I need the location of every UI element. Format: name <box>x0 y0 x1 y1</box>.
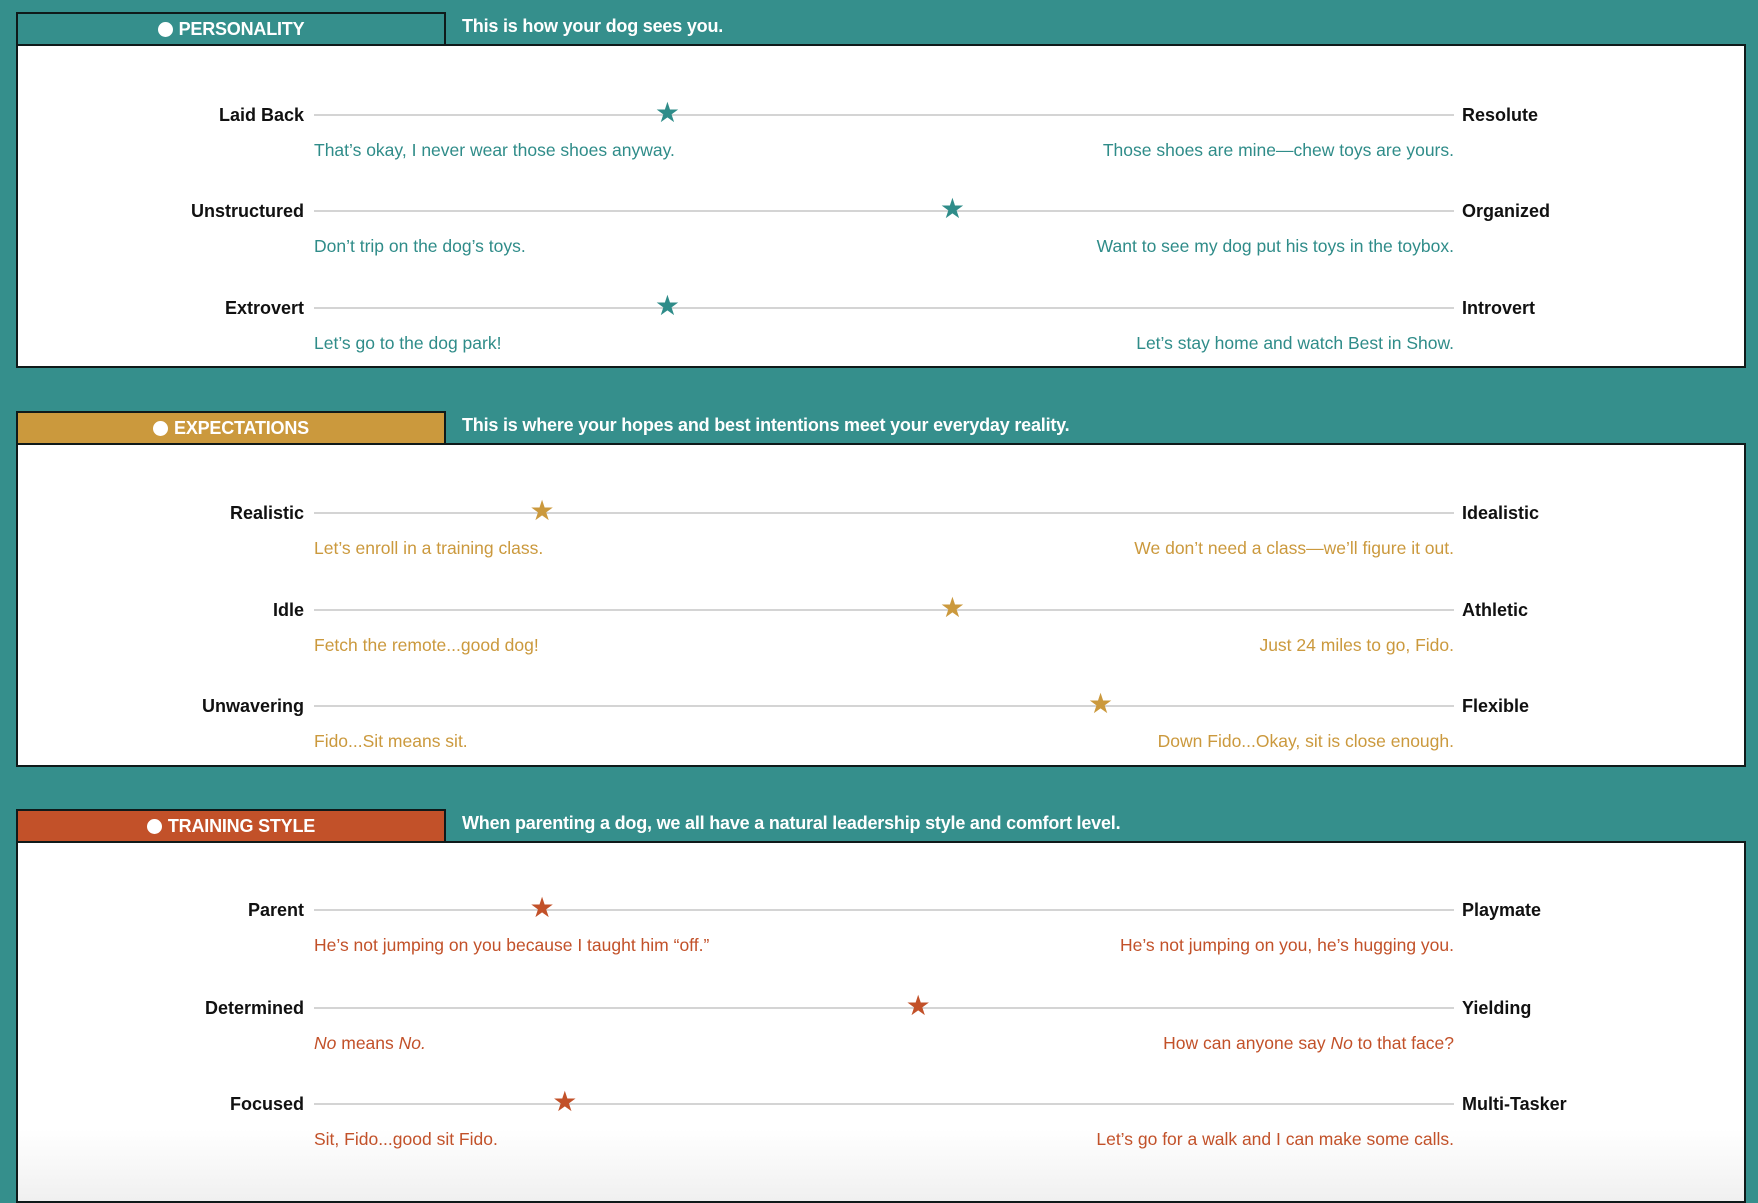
trait-row: Unwavering ★ Flexible Fido...Sit means s… <box>18 681 1744 771</box>
info-icon[interactable]: i <box>157 21 173 37</box>
desc-text: How can anyone say <box>1163 1033 1331 1053</box>
left-trait-label: Unstructured <box>190 201 304 221</box>
trait-slider-track: ★ <box>314 690 1454 718</box>
left-trait-description: Let’s go to the dog park! <box>314 333 502 353</box>
right-trait-description: Those shoes are mine—chew toys are yours… <box>1102 140 1454 160</box>
left-trait-label: Focused <box>229 1094 304 1114</box>
left-trait-description: Fido...Sit means sit. <box>314 731 468 751</box>
right-trait-description: Let’s go for a walk and I can make some … <box>1096 1129 1454 1149</box>
right-trait-label: Athletic <box>1462 600 1529 620</box>
trait-row: Focused ★ Multi-Tasker Sit, Fido...good … <box>18 1079 1744 1169</box>
star-marker-icon: ★ <box>529 495 555 526</box>
left-trait-label: Unwavering <box>201 696 304 716</box>
right-trait-description: Down Fido...Okay, sit is close enough. <box>1157 731 1454 751</box>
trait-slider-track: ★ <box>314 497 1454 525</box>
trait-slider-track: ★ <box>314 99 1454 127</box>
left-trait-description: That’s okay, I never wear those shoes an… <box>314 140 675 160</box>
training-style-subtitle: When parenting a dog, we all have a natu… <box>462 813 1121 833</box>
right-trait-description: He’s not jumping on you, he’s hugging yo… <box>1119 935 1454 955</box>
star-marker-icon: ★ <box>654 97 680 128</box>
right-trait-label: Resolute <box>1462 105 1539 125</box>
personality-panel: Laid Back ★ Resolute That’s okay, I neve… <box>16 44 1746 368</box>
desc-text: means <box>336 1033 399 1053</box>
left-trait-label: Realistic <box>229 503 304 523</box>
left-trait-description: Fetch the remote...good dog! <box>314 635 539 655</box>
star-marker-icon: ★ <box>529 892 555 923</box>
training-style-tab[interactable]: i TRAINING STYLE <box>16 809 446 841</box>
left-trait-label: Laid Back <box>218 105 304 125</box>
right-trait-description: Just 24 miles to go, Fido. <box>1259 635 1454 655</box>
training-style-title: TRAINING STYLE <box>167 815 316 836</box>
trait-row: Determined ★ Yielding No means No. How c… <box>18 983 1744 1073</box>
left-trait-label: Determined <box>204 998 304 1018</box>
right-trait-description: Let’s stay home and watch Best in Show. <box>1136 333 1454 353</box>
expectations-panel: Realistic ★ Idealistic Let’s enroll in a… <box>16 443 1746 767</box>
trait-slider-track: ★ <box>314 992 1454 1020</box>
trait-slider-track: ★ <box>314 894 1454 922</box>
trait-slider-track: ★ <box>314 594 1454 622</box>
emphasis-no: No. <box>398 1033 426 1053</box>
left-trait-label: Parent <box>247 900 304 920</box>
trait-slider-track: ★ <box>314 195 1454 223</box>
trait-row: Parent ★ Playmate He’s not jumping on yo… <box>18 885 1744 975</box>
trait-slider-track: ★ <box>314 292 1454 320</box>
right-trait-description: Want to see my dog put his toys in the t… <box>1096 236 1454 256</box>
left-trait-label: Extrovert <box>224 298 304 318</box>
personality-title: PERSONALITY <box>178 18 305 39</box>
desc-text: to that face? <box>1352 1033 1454 1053</box>
right-trait-label: Organized <box>1462 201 1551 221</box>
trait-row: Realistic ★ Idealistic Let’s enroll in a… <box>18 488 1744 578</box>
trait-row: Extrovert ★ Introvert Let’s go to the do… <box>18 283 1744 373</box>
personality-tab[interactable]: i PERSONALITY <box>16 12 446 44</box>
left-trait-description: He’s not jumping on you because I taught… <box>314 935 710 955</box>
emphasis-no: No <box>1330 1033 1353 1053</box>
left-trait-description: Let’s enroll in a training class. <box>314 538 544 558</box>
right-trait-label: Flexible <box>1462 696 1530 716</box>
left-trait-description: Don’t trip on the dog’s toys. <box>314 236 526 256</box>
star-marker-icon: ★ <box>552 1086 578 1117</box>
trait-row: Unstructured ★ Organized Don’t trip on t… <box>18 186 1744 276</box>
star-marker-icon: ★ <box>1088 688 1114 719</box>
training-style-panel: Parent ★ Playmate He’s not jumping on yo… <box>16 841 1746 1203</box>
star-marker-icon: ★ <box>905 990 931 1021</box>
right-trait-label: Yielding <box>1462 998 1532 1018</box>
trait-slider-track: ★ <box>314 1088 1454 1116</box>
right-trait-description: How can anyone say No to that face? <box>1163 1033 1454 1054</box>
left-trait-description: Sit, Fido...good sit Fido. <box>314 1129 498 1149</box>
trait-row: Laid Back ★ Resolute That’s okay, I neve… <box>18 90 1744 180</box>
trait-row: Idle ★ Athletic Fetch the remote...good … <box>18 585 1744 675</box>
info-icon[interactable]: i <box>146 818 162 834</box>
personality-subtitle: This is how your dog sees you. <box>462 16 724 36</box>
left-trait-description: No means No. <box>314 1033 426 1054</box>
info-icon[interactable]: i <box>153 420 169 436</box>
right-trait-label: Playmate <box>1462 900 1542 920</box>
expectations-subtitle: This is where your hopes and best intent… <box>462 415 1070 435</box>
emphasis-no: No <box>314 1033 337 1053</box>
left-trait-label: Idle <box>272 600 304 620</box>
star-marker-icon: ★ <box>939 592 965 623</box>
expectations-title: EXPECTATIONS <box>174 417 309 438</box>
right-trait-label: Introvert <box>1462 298 1536 318</box>
right-trait-description: We don’t need a class—we’ll figure it ou… <box>1134 538 1454 558</box>
star-marker-icon: ★ <box>939 193 965 224</box>
right-trait-label: Idealistic <box>1462 503 1540 523</box>
expectations-tab[interactable]: i EXPECTATIONS <box>16 411 446 443</box>
right-trait-label: Multi-Tasker <box>1462 1094 1567 1114</box>
star-marker-icon: ★ <box>654 290 680 321</box>
